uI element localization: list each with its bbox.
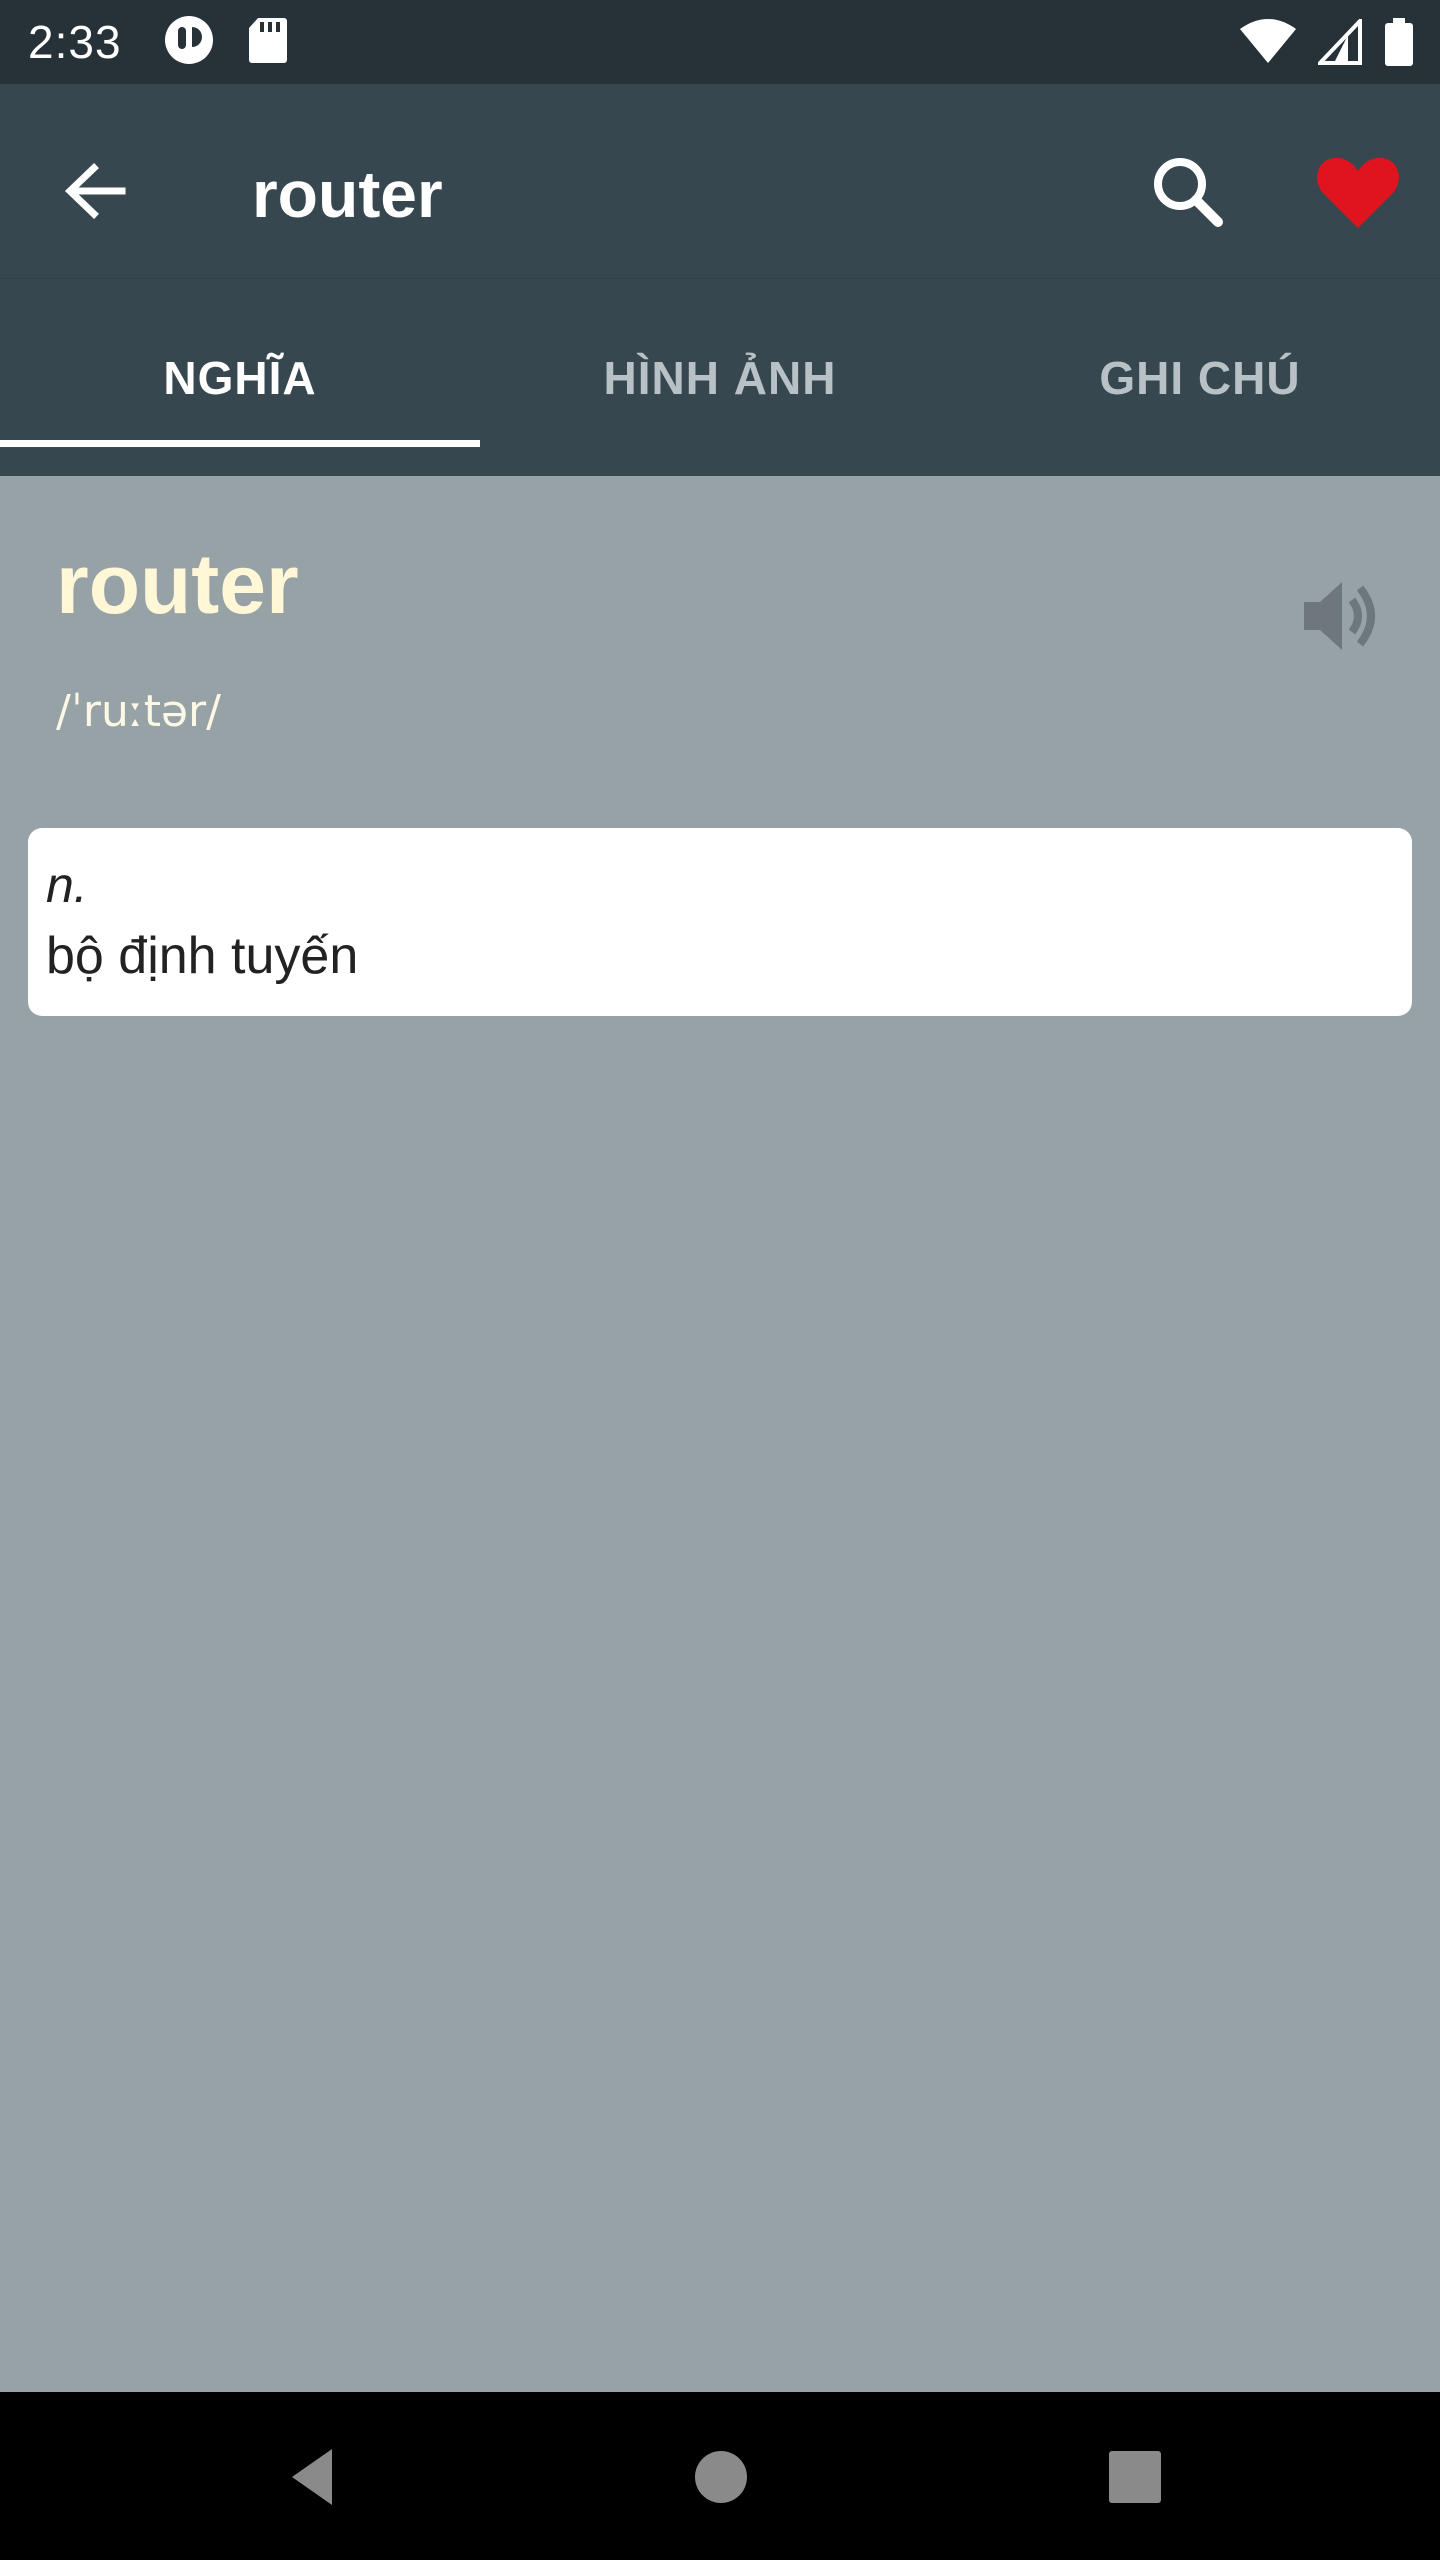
status-bar: 2:33	[0, 0, 1440, 84]
search-icon	[1154, 158, 1223, 227]
system-nav-bar	[0, 2392, 1440, 2560]
status-time: 2:33	[28, 16, 122, 68]
part-of-speech: n.	[46, 857, 88, 913]
heart-icon	[1317, 157, 1399, 228]
circle-home-icon	[695, 2451, 747, 2503]
nav-back-button[interactable]	[272, 2432, 362, 2522]
phonetic-transcription: /ˈruːtər/	[56, 686, 221, 737]
sd-card-icon	[248, 16, 288, 69]
pronounce-button[interactable]	[1290, 566, 1390, 666]
tab-ghi-chu[interactable]: GHI CHÚ	[960, 279, 1440, 477]
tab-label: GHI CHÚ	[1099, 352, 1301, 404]
nav-home-button[interactable]	[676, 2432, 766, 2522]
arrow-left-icon	[64, 163, 126, 219]
wifi-icon	[1240, 19, 1296, 70]
tab-label: HÌNH ẢNH	[603, 352, 837, 404]
tab-indicator	[0, 440, 480, 447]
triangle-back-icon	[292, 2449, 332, 2505]
notification-app-icon	[164, 15, 214, 70]
definition-card: n. bộ định tuyến	[28, 828, 1412, 1016]
nav-recents-button[interactable]	[1090, 2432, 1180, 2522]
battery-icon	[1384, 18, 1414, 71]
cell-signal-icon	[1315, 16, 1362, 70]
search-button[interactable]	[1140, 144, 1236, 240]
headword: router	[56, 537, 299, 631]
definition-content: router /ˈruːtər/ n. bộ định tuyến	[0, 476, 1440, 2392]
app-bar: router	[0, 84, 1440, 278]
tab-nghia[interactable]: NGHĨA	[0, 279, 480, 477]
back-button[interactable]	[52, 146, 142, 236]
app-bar-title: router	[252, 157, 443, 231]
favorite-button[interactable]	[1310, 144, 1406, 240]
tab-hinh-anh[interactable]: HÌNH ẢNH	[480, 279, 960, 477]
speaker-icon	[1304, 582, 1375, 650]
tab-label: NGHĨA	[163, 352, 317, 404]
square-recents-icon	[1109, 2451, 1161, 2503]
meaning-text: bộ định tuyến	[46, 927, 359, 985]
